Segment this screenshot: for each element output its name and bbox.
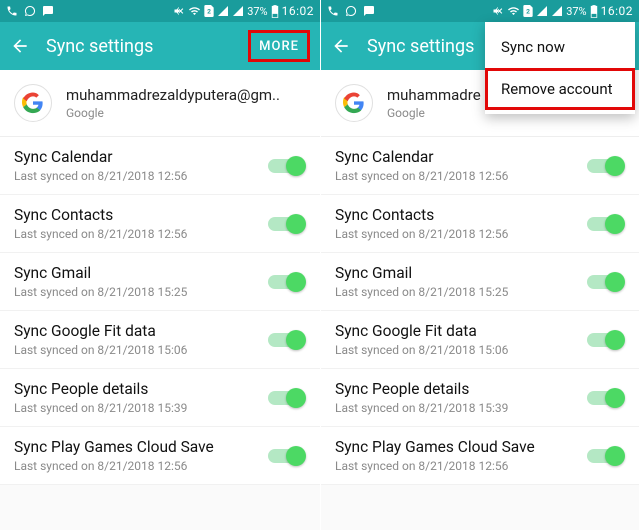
sync-toggle[interactable]	[583, 270, 625, 294]
sync-sub: Last synced on 8/21/2018 15:25	[335, 285, 583, 299]
google-icon	[14, 84, 52, 122]
svg-text:2: 2	[526, 8, 530, 16]
battery-icon	[271, 5, 279, 18]
sync-title: Sync Google Fit data	[14, 322, 264, 340]
signal-icon	[217, 5, 229, 17]
sync-sub: Last synced on 8/21/2018 15:25	[14, 285, 264, 299]
sync-title: Sync Contacts	[335, 206, 583, 224]
sync-item[interactable]: Sync Calendar Last synced on 8/21/2018 12…	[0, 137, 320, 195]
sync-sub: Last synced on 8/21/2018 12:56	[14, 169, 264, 183]
sync-toggle[interactable]	[264, 270, 306, 294]
sync-toggle[interactable]	[264, 154, 306, 178]
menu-remove-account[interactable]: Remove account	[485, 68, 635, 110]
battery-icon	[590, 5, 598, 18]
sync-toggle[interactable]	[583, 154, 625, 178]
sync-item[interactable]: Sync Google Fit data Last synced on 8/21/…	[321, 311, 639, 369]
sync-title: Sync People details	[335, 380, 583, 398]
account-email: muhammadre	[387, 86, 481, 104]
sync-item[interactable]: Sync Google Fit data Last synced on 8/21/…	[0, 311, 320, 369]
svg-text:2: 2	[207, 8, 211, 16]
sync-sub: Last synced on 8/21/2018 12:56	[335, 227, 583, 241]
account-row[interactable]: muhammadrezaldyputera@gm.. Google	[0, 70, 320, 136]
more-button[interactable]: MORE	[248, 30, 310, 62]
battery-percent: 37%	[247, 5, 267, 18]
sync-list: Sync Calendar Last synced on 8/21/2018 12…	[321, 137, 639, 485]
sync-title: Sync Play Games Cloud Save	[14, 438, 264, 456]
sync-sub: Last synced on 8/21/2018 15:06	[335, 343, 583, 357]
sync-sub: Last synced on 8/21/2018 12:56	[14, 227, 264, 241]
sync-toggle[interactable]	[583, 212, 625, 236]
mute-icon	[173, 5, 185, 17]
sync-toggle[interactable]	[264, 386, 306, 410]
sync-title: Sync Calendar	[14, 148, 264, 166]
google-icon	[335, 84, 373, 122]
account-provider: Google	[387, 106, 481, 120]
clock: 16:02	[282, 4, 314, 18]
sync-title: Sync Gmail	[14, 264, 264, 282]
screenshot-left: 2 37% 16:02 Sync settings MORE muhammadr…	[0, 0, 320, 530]
sync-toggle[interactable]	[264, 328, 306, 352]
back-button[interactable]	[331, 36, 351, 56]
app-bar: Sync settings MORE	[0, 22, 320, 70]
sync-item[interactable]: Sync Gmail Last synced on 8/21/2018 15:25	[321, 253, 639, 311]
phone-icon	[327, 5, 339, 17]
sync-item[interactable]: Sync Calendar Last synced on 8/21/2018 12…	[321, 137, 639, 195]
sim2-icon: 2	[204, 5, 214, 17]
sync-toggle[interactable]	[583, 386, 625, 410]
sync-title: Sync Calendar	[335, 148, 583, 166]
status-bar: 2 37% 16:02	[0, 0, 320, 22]
sync-item[interactable]: Sync Gmail Last synced on 8/21/2018 15:25	[0, 253, 320, 311]
sync-item[interactable]: Sync Contacts Last synced on 8/21/2018 12…	[0, 195, 320, 253]
screenshot-right: 2 37% 16:02 Sync settings Sync now Remov…	[320, 0, 639, 530]
clock: 16:02	[601, 4, 633, 18]
sync-sub: Last synced on 8/21/2018 15:06	[14, 343, 264, 357]
sync-sub: Last synced on 8/21/2018 12:56	[335, 169, 583, 183]
signal-icon-2	[551, 5, 563, 17]
sync-sub: Last synced on 8/21/2018 12:56	[14, 459, 264, 473]
back-button[interactable]	[10, 36, 30, 56]
sync-sub: Last synced on 8/21/2018 12:56	[335, 459, 583, 473]
sync-title: Sync Play Games Cloud Save	[335, 438, 583, 456]
sync-item[interactable]: Sync People details Last synced on 8/21/2…	[0, 369, 320, 427]
sim2-icon: 2	[523, 5, 533, 17]
sync-item[interactable]: Sync People details Last synced on 8/21/2…	[321, 369, 639, 427]
signal-icon-2	[232, 5, 244, 17]
sync-list: Sync Calendar Last synced on 8/21/2018 12…	[0, 137, 320, 485]
status-bar: 2 37% 16:02	[321, 0, 639, 22]
sync-item[interactable]: Sync Contacts Last synced on 8/21/2018 12…	[321, 195, 639, 253]
sync-toggle[interactable]	[264, 444, 306, 468]
page-title: Sync settings	[46, 36, 248, 57]
menu-sync-now[interactable]: Sync now	[485, 26, 635, 68]
whatsapp-icon	[345, 5, 357, 17]
account-email: muhammadrezaldyputera@gm..	[66, 86, 280, 104]
sync-item[interactable]: Sync Play Games Cloud Save Last synced on…	[321, 427, 639, 485]
sync-title: Sync Gmail	[335, 264, 583, 282]
wifi-icon	[507, 5, 520, 17]
wifi-icon	[188, 5, 201, 17]
message-icon	[363, 5, 375, 17]
sync-title: Sync People details	[14, 380, 264, 398]
message-icon	[42, 5, 54, 17]
phone-icon	[6, 5, 18, 17]
sync-item[interactable]: Sync Play Games Cloud Save Last synced on…	[0, 427, 320, 485]
sync-toggle[interactable]	[583, 328, 625, 352]
sync-sub: Last synced on 8/21/2018 15:39	[335, 401, 583, 415]
signal-icon	[536, 5, 548, 17]
sync-title: Sync Google Fit data	[335, 322, 583, 340]
mute-icon	[492, 5, 504, 17]
battery-percent: 37%	[566, 5, 586, 18]
sync-sub: Last synced on 8/21/2018 15:39	[14, 401, 264, 415]
overflow-menu: Sync now Remove account	[485, 22, 635, 114]
sync-toggle[interactable]	[583, 444, 625, 468]
whatsapp-icon	[24, 5, 36, 17]
sync-title: Sync Contacts	[14, 206, 264, 224]
account-provider: Google	[66, 106, 280, 120]
sync-toggle[interactable]	[264, 212, 306, 236]
